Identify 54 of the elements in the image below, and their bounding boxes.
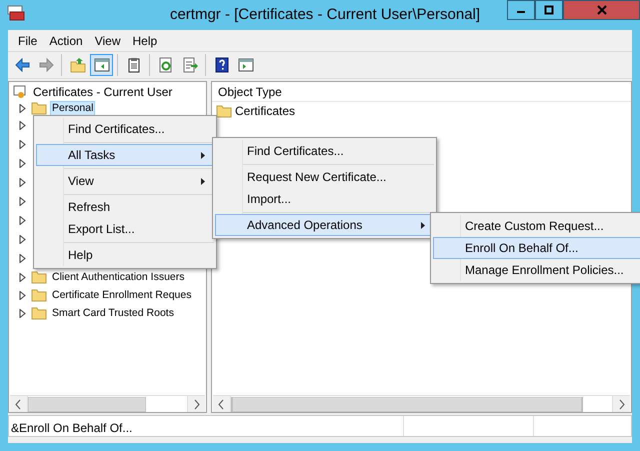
minimize-button[interactable] (507, 0, 535, 20)
action-pane-icon (238, 57, 254, 73)
menu-bar-item[interactable]: View (88, 32, 126, 50)
expand-arrow-icon[interactable] (19, 197, 26, 206)
export-icon (182, 57, 198, 73)
expand-arrow-icon[interactable] (19, 235, 26, 244)
close-button[interactable] (563, 0, 640, 20)
menu-item[interactable]: Refresh (36, 196, 214, 218)
tree-root-label[interactable]: Certificates - Current User (33, 82, 172, 100)
scroll-thumb[interactable] (231, 397, 583, 412)
tree-item[interactable]: Personal (50, 100, 96, 116)
expand-arrow-icon[interactable] (19, 140, 26, 149)
expand-arrow-icon[interactable] (19, 254, 26, 263)
menu-item[interactable]: Find Certificates... (36, 118, 214, 140)
horizontal-scrollbar[interactable] (10, 395, 205, 412)
maximize-button[interactable] (535, 0, 563, 20)
menu-item[interactable]: Enroll On Behalf Of... (433, 237, 640, 259)
horizontal-scrollbar[interactable] (213, 395, 630, 412)
folder-icon (31, 306, 47, 320)
menu-item[interactable]: Create Custom Request... (433, 215, 640, 237)
menu-bar-item[interactable]: Help (126, 32, 164, 50)
menu-item[interactable]: View (36, 170, 214, 192)
tree-pane-button[interactable] (90, 54, 113, 76)
menu-item[interactable]: Find Certificates... (215, 140, 434, 162)
menu-item[interactable]: Request New Certificate... (215, 166, 434, 188)
menu-item[interactable]: Export List... (36, 218, 214, 240)
folder-icon (216, 104, 232, 118)
column-header[interactable]: Object Type (212, 82, 631, 100)
clipboard-icon (126, 57, 142, 73)
window-title: certmgr - [Certificates - Current User\Personal] (168, 4, 482, 25)
expand-arrow-icon[interactable] (19, 216, 26, 225)
scroll-thumb[interactable] (28, 397, 146, 412)
expand-arrow-icon[interactable] (19, 178, 26, 187)
tree-item[interactable]: Client Authentication Issuers (50, 270, 186, 284)
list-item[interactable]: Certificates (235, 102, 296, 120)
menu-item[interactable]: Import... (215, 188, 434, 210)
tree-pane-icon (94, 57, 110, 73)
tree-item[interactable]: Certificate Enrollment Reques (50, 288, 194, 302)
menu-item[interactable]: All Tasks (36, 144, 214, 166)
menu-item[interactable]: Manage Enrollment Policies... (433, 259, 640, 281)
folder-icon (31, 288, 47, 302)
expand-arrow-icon[interactable] (19, 159, 26, 168)
refresh-icon (158, 57, 174, 73)
folder-up-icon (70, 57, 86, 73)
menu-bar-item[interactable]: Action (43, 32, 89, 50)
status-text: &Enroll On Behalf Of... (9, 416, 404, 436)
forward-arrow-icon (38, 57, 54, 73)
back-arrow-icon (14, 57, 30, 73)
menu-item[interactable]: Help (36, 244, 214, 266)
menu-bar-item[interactable]: File (12, 32, 44, 50)
tree-item[interactable]: Smart Card Trusted Roots (50, 306, 176, 320)
help-icon (214, 57, 230, 73)
close-icon (596, 5, 606, 15)
maximize-icon (544, 5, 554, 15)
